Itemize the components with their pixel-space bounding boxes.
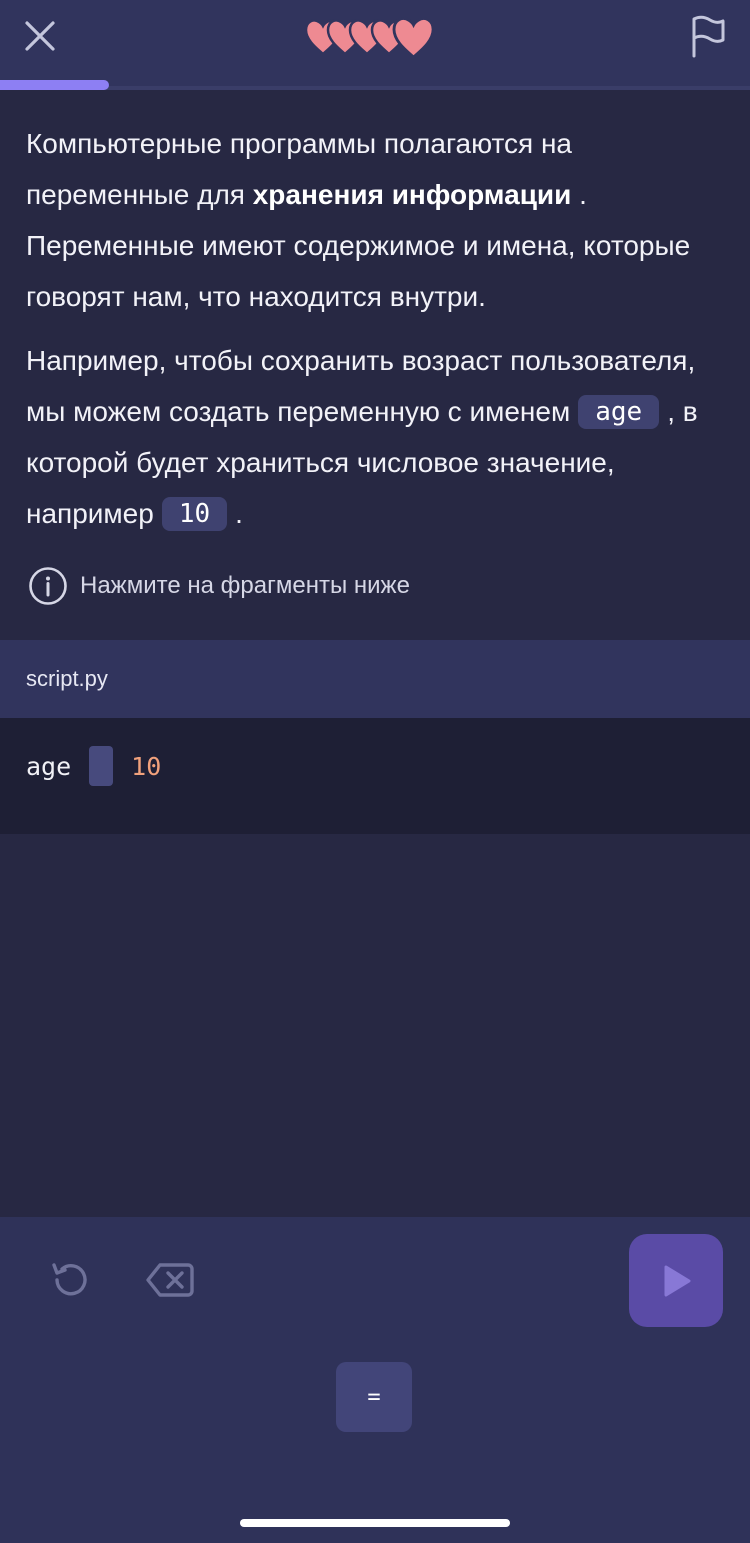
top-bar [0, 0, 750, 90]
lesson-paragraph: Например, чтобы сохранить возраст пользо… [26, 345, 698, 531]
lesson-text: Компьютерные программы полагаются на пер… [26, 118, 726, 539]
progress-fill [0, 80, 109, 90]
code-blank-slot[interactable] [89, 746, 114, 786]
lesson-paragraph: Компьютерные программы полагаются на пер… [26, 128, 691, 312]
undo-button[interactable] [48, 1257, 94, 1303]
code-line: age 10 [26, 746, 161, 786]
backspace-button[interactable] [144, 1257, 196, 1303]
token-equals[interactable]: = [336, 1362, 412, 1432]
lesson-progress [0, 80, 750, 90]
close-icon [25, 21, 55, 51]
info-icon [29, 567, 67, 605]
close-button[interactable] [20, 16, 60, 56]
hint: Нажмите на фрагменты ниже [28, 566, 410, 606]
play-icon [664, 1265, 691, 1296]
flag-icon [692, 15, 725, 58]
file-name: script.py [26, 666, 108, 691]
hearts-icon [304, 17, 435, 59]
undo-icon [52, 1263, 87, 1296]
backspace-icon [146, 1263, 194, 1297]
code-variable: age [26, 751, 72, 781]
run-button[interactable] [629, 1234, 723, 1327]
emphasis-text: хранения информации [252, 179, 572, 210]
file-tab: script.py [0, 640, 750, 718]
code-chip-age[interactable]: age [578, 395, 660, 429]
code-editor: age 10 [0, 718, 750, 834]
lives-indicator [300, 12, 450, 62]
code-chip-10[interactable]: 10 [161, 497, 228, 531]
report-button[interactable] [688, 14, 728, 58]
answer-panel: = [0, 1217, 750, 1543]
hint-text: Нажмите на фрагменты ниже [80, 572, 410, 599]
code-number: 10 [131, 751, 162, 781]
home-indicator [240, 1519, 510, 1527]
